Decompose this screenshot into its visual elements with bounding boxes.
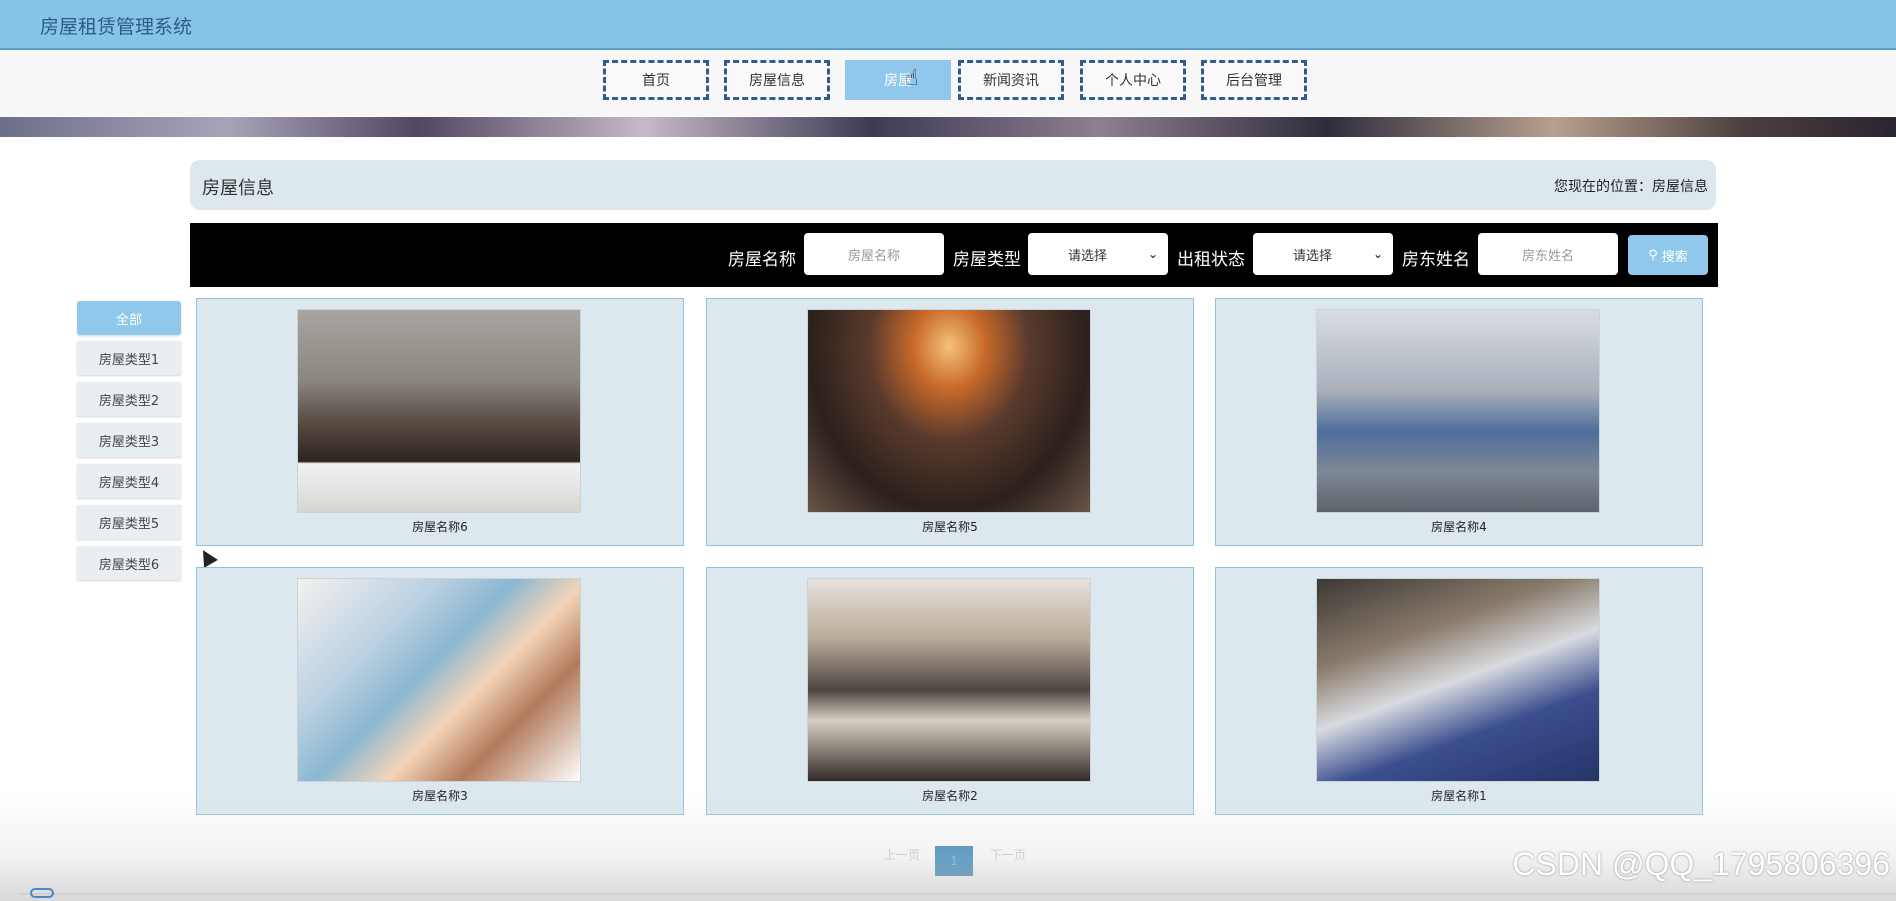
sidebar-item-type5[interactable]: 房屋类型5 [77,505,181,539]
house-type-label: 房屋类型 [953,250,1021,270]
sidebar-item-type3[interactable]: 房屋类型3 [77,423,181,457]
video-progress-knob[interactable] [30,888,54,898]
banner-image [0,117,1896,137]
house-photo[interactable] [297,578,581,782]
house-name[interactable]: 房屋名称3 [197,787,683,804]
app-title: 房屋租赁管理系统 [40,16,193,38]
nav-home[interactable]: 首页 [603,60,709,100]
nav-admin[interactable]: 后台管理 [1201,60,1307,100]
sidebar-item-type4[interactable]: 房屋类型4 [77,464,181,498]
house-photo[interactable] [1316,309,1600,513]
nav-house[interactable]: 房屋 [845,60,951,100]
top-bar: 房屋租赁管理系统 [0,0,1896,50]
house-photo[interactable] [807,309,1091,513]
search-button[interactable]: ⚲ 搜索 [1628,235,1708,275]
rent-status-value: 请选择 [1293,248,1333,264]
landlord-name-input[interactable]: 房东姓名 [1478,233,1618,275]
sidebar-item-all[interactable]: 全部 [77,301,181,335]
house-name[interactable]: 房屋名称4 [1216,518,1702,535]
house-name[interactable]: 房屋名称6 [197,518,683,535]
house-card[interactable]: 房屋名称2 [706,567,1194,815]
video-progress-bar[interactable] [20,893,1896,895]
nav-house-info[interactable]: 房屋信息 [724,60,830,100]
sidebar-item-type6[interactable]: 房屋类型6 [77,546,181,580]
house-card[interactable]: 房屋名称4 [1215,298,1703,546]
sidebar-item-type1[interactable]: 房屋类型1 [77,341,181,375]
house-photo[interactable] [807,578,1091,782]
section-header: 房屋信息 您现在的位置：房屋信息 [190,160,1716,210]
nav-news[interactable]: 新闻资讯 [958,60,1064,100]
main-nav: 首页 房屋信息 房屋 新闻资讯 个人中心 后台管理 [0,50,1896,116]
next-page-link[interactable]: 下一页 [990,846,1026,863]
search-button-label: 搜索 [1661,249,1688,265]
house-name[interactable]: 房屋名称1 [1216,787,1702,804]
house-name-label: 房屋名称 [728,250,796,270]
breadcrumb: 您现在的位置：房屋信息 [1554,179,1708,195]
house-card[interactable]: 房屋名称6 [196,298,684,546]
house-type-select[interactable]: 请选择 ⌄ [1028,233,1168,275]
watermark: CSDN @QQ_1795806396 [1512,846,1890,882]
landlord-name-label: 房东姓名 [1402,250,1470,270]
search-icon: ⚲ [1648,247,1658,263]
search-bar: 房屋名称 房屋名称 房屋类型 请选择 ⌄ 出租状态 请选择 ⌄ 房东姓名 房东姓… [190,223,1718,287]
house-card[interactable]: 房屋名称3 [196,567,684,815]
chevron-down-icon: ⌄ [1372,247,1383,261]
house-photo[interactable] [297,309,581,513]
rent-status-select[interactable]: 请选择 ⌄ [1253,233,1393,275]
house-name-input[interactable]: 房屋名称 [804,233,944,275]
house-card[interactable]: 房屋名称5 [706,298,1194,546]
sidebar-item-type2[interactable]: 房屋类型2 [77,382,181,416]
prev-page-link[interactable]: 上一页 [884,846,920,863]
house-card[interactable]: 房屋名称1 [1215,567,1703,815]
hand-cursor-icon: ☝ [905,66,919,91]
rent-status-label: 出租状态 [1177,250,1245,270]
house-name[interactable]: 房屋名称2 [707,787,1193,804]
section-title: 房屋信息 [202,178,274,199]
nav-personal-center[interactable]: 个人中心 [1080,60,1186,100]
house-photo[interactable] [1316,578,1600,782]
chevron-down-icon: ⌄ [1147,247,1158,261]
arrow-cursor-icon [196,546,218,568]
house-type-value: 请选择 [1068,248,1108,264]
house-name[interactable]: 房屋名称5 [707,518,1193,535]
page-number-current[interactable]: 1 [935,846,973,876]
